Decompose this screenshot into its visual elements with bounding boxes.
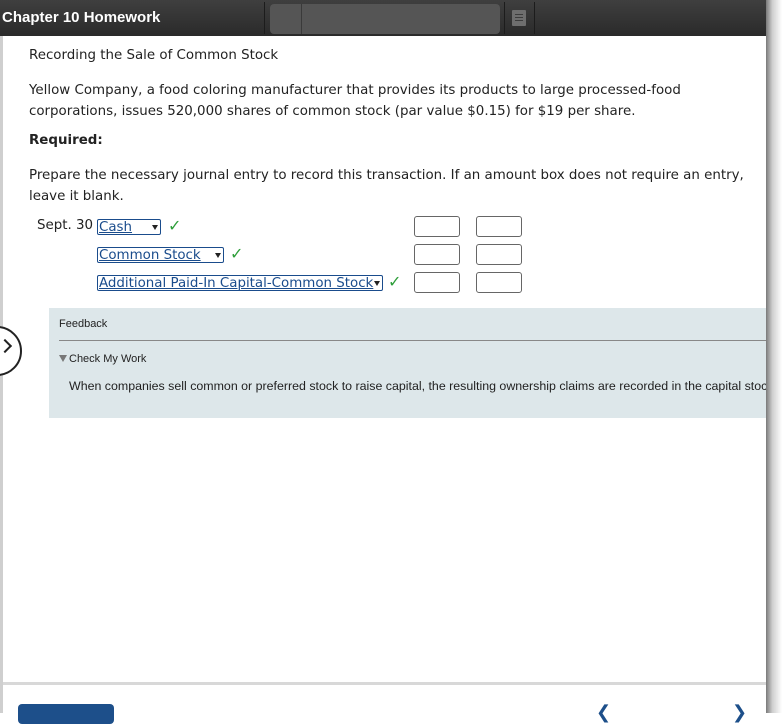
check-my-work-toggle[interactable]: Check My Work xyxy=(59,353,146,365)
account-select-apic[interactable]: Additional Paid-In Capital-Common Stock xyxy=(97,275,383,291)
doc-icon[interactable] xyxy=(512,10,526,26)
check-icon: ✓ xyxy=(230,244,244,263)
credit-amount-field[interactable] xyxy=(476,272,522,293)
feedback-title: Feedback xyxy=(59,318,108,330)
toolbar-divider xyxy=(504,2,505,34)
bottom-divider xyxy=(3,682,766,685)
toolbar-divider xyxy=(301,4,302,34)
triangle-down-icon xyxy=(59,355,67,362)
top-bar: Chapter 10 Homework xyxy=(0,0,768,36)
instruction-text: Prepare the necessary journal entry to r… xyxy=(29,168,744,204)
required-label: Required: xyxy=(29,133,103,148)
check-icon: ✓ xyxy=(168,216,182,235)
feedback-divider xyxy=(59,340,766,341)
debit-amount-field[interactable] xyxy=(414,272,460,293)
feedback-text: When companies sell common or preferred … xyxy=(69,379,766,393)
bottom-action-button[interactable] xyxy=(18,704,114,724)
credit-amount-field[interactable] xyxy=(476,244,522,265)
feedback-panel: Feedback Check My Work When companies se… xyxy=(49,308,766,418)
chevron-down-icon xyxy=(152,225,158,230)
toolbar-divider xyxy=(534,2,535,34)
debit-amount-field[interactable] xyxy=(414,216,460,237)
chevron-down-icon xyxy=(215,253,221,258)
journal-date: Sept. 30 xyxy=(37,218,94,233)
problem-description: Yellow Company, a food coloring manufact… xyxy=(29,83,681,119)
credit-amount-field[interactable] xyxy=(476,216,522,237)
problem-heading: Recording the Sale of Common Stock xyxy=(29,48,279,63)
account-select-label: Additional Paid-In Capital-Common Stock xyxy=(99,276,374,291)
account-select-cash[interactable]: Cash xyxy=(97,219,161,235)
toolbar-divider xyxy=(264,2,265,34)
right-frame-shadow xyxy=(766,0,782,713)
account-select-label: Cash xyxy=(99,220,133,235)
check-icon: ✓ xyxy=(388,272,402,291)
assignment-title: Chapter 10 Homework xyxy=(2,9,161,26)
check-my-work-label: Check My Work xyxy=(69,353,147,365)
toolbar-button-group[interactable] xyxy=(270,4,500,34)
chevron-down-icon xyxy=(374,281,380,286)
account-select-label: Common Stock xyxy=(99,248,201,263)
debit-amount-field[interactable] xyxy=(414,244,460,265)
account-select-common-stock[interactable]: Common Stock xyxy=(97,247,224,263)
